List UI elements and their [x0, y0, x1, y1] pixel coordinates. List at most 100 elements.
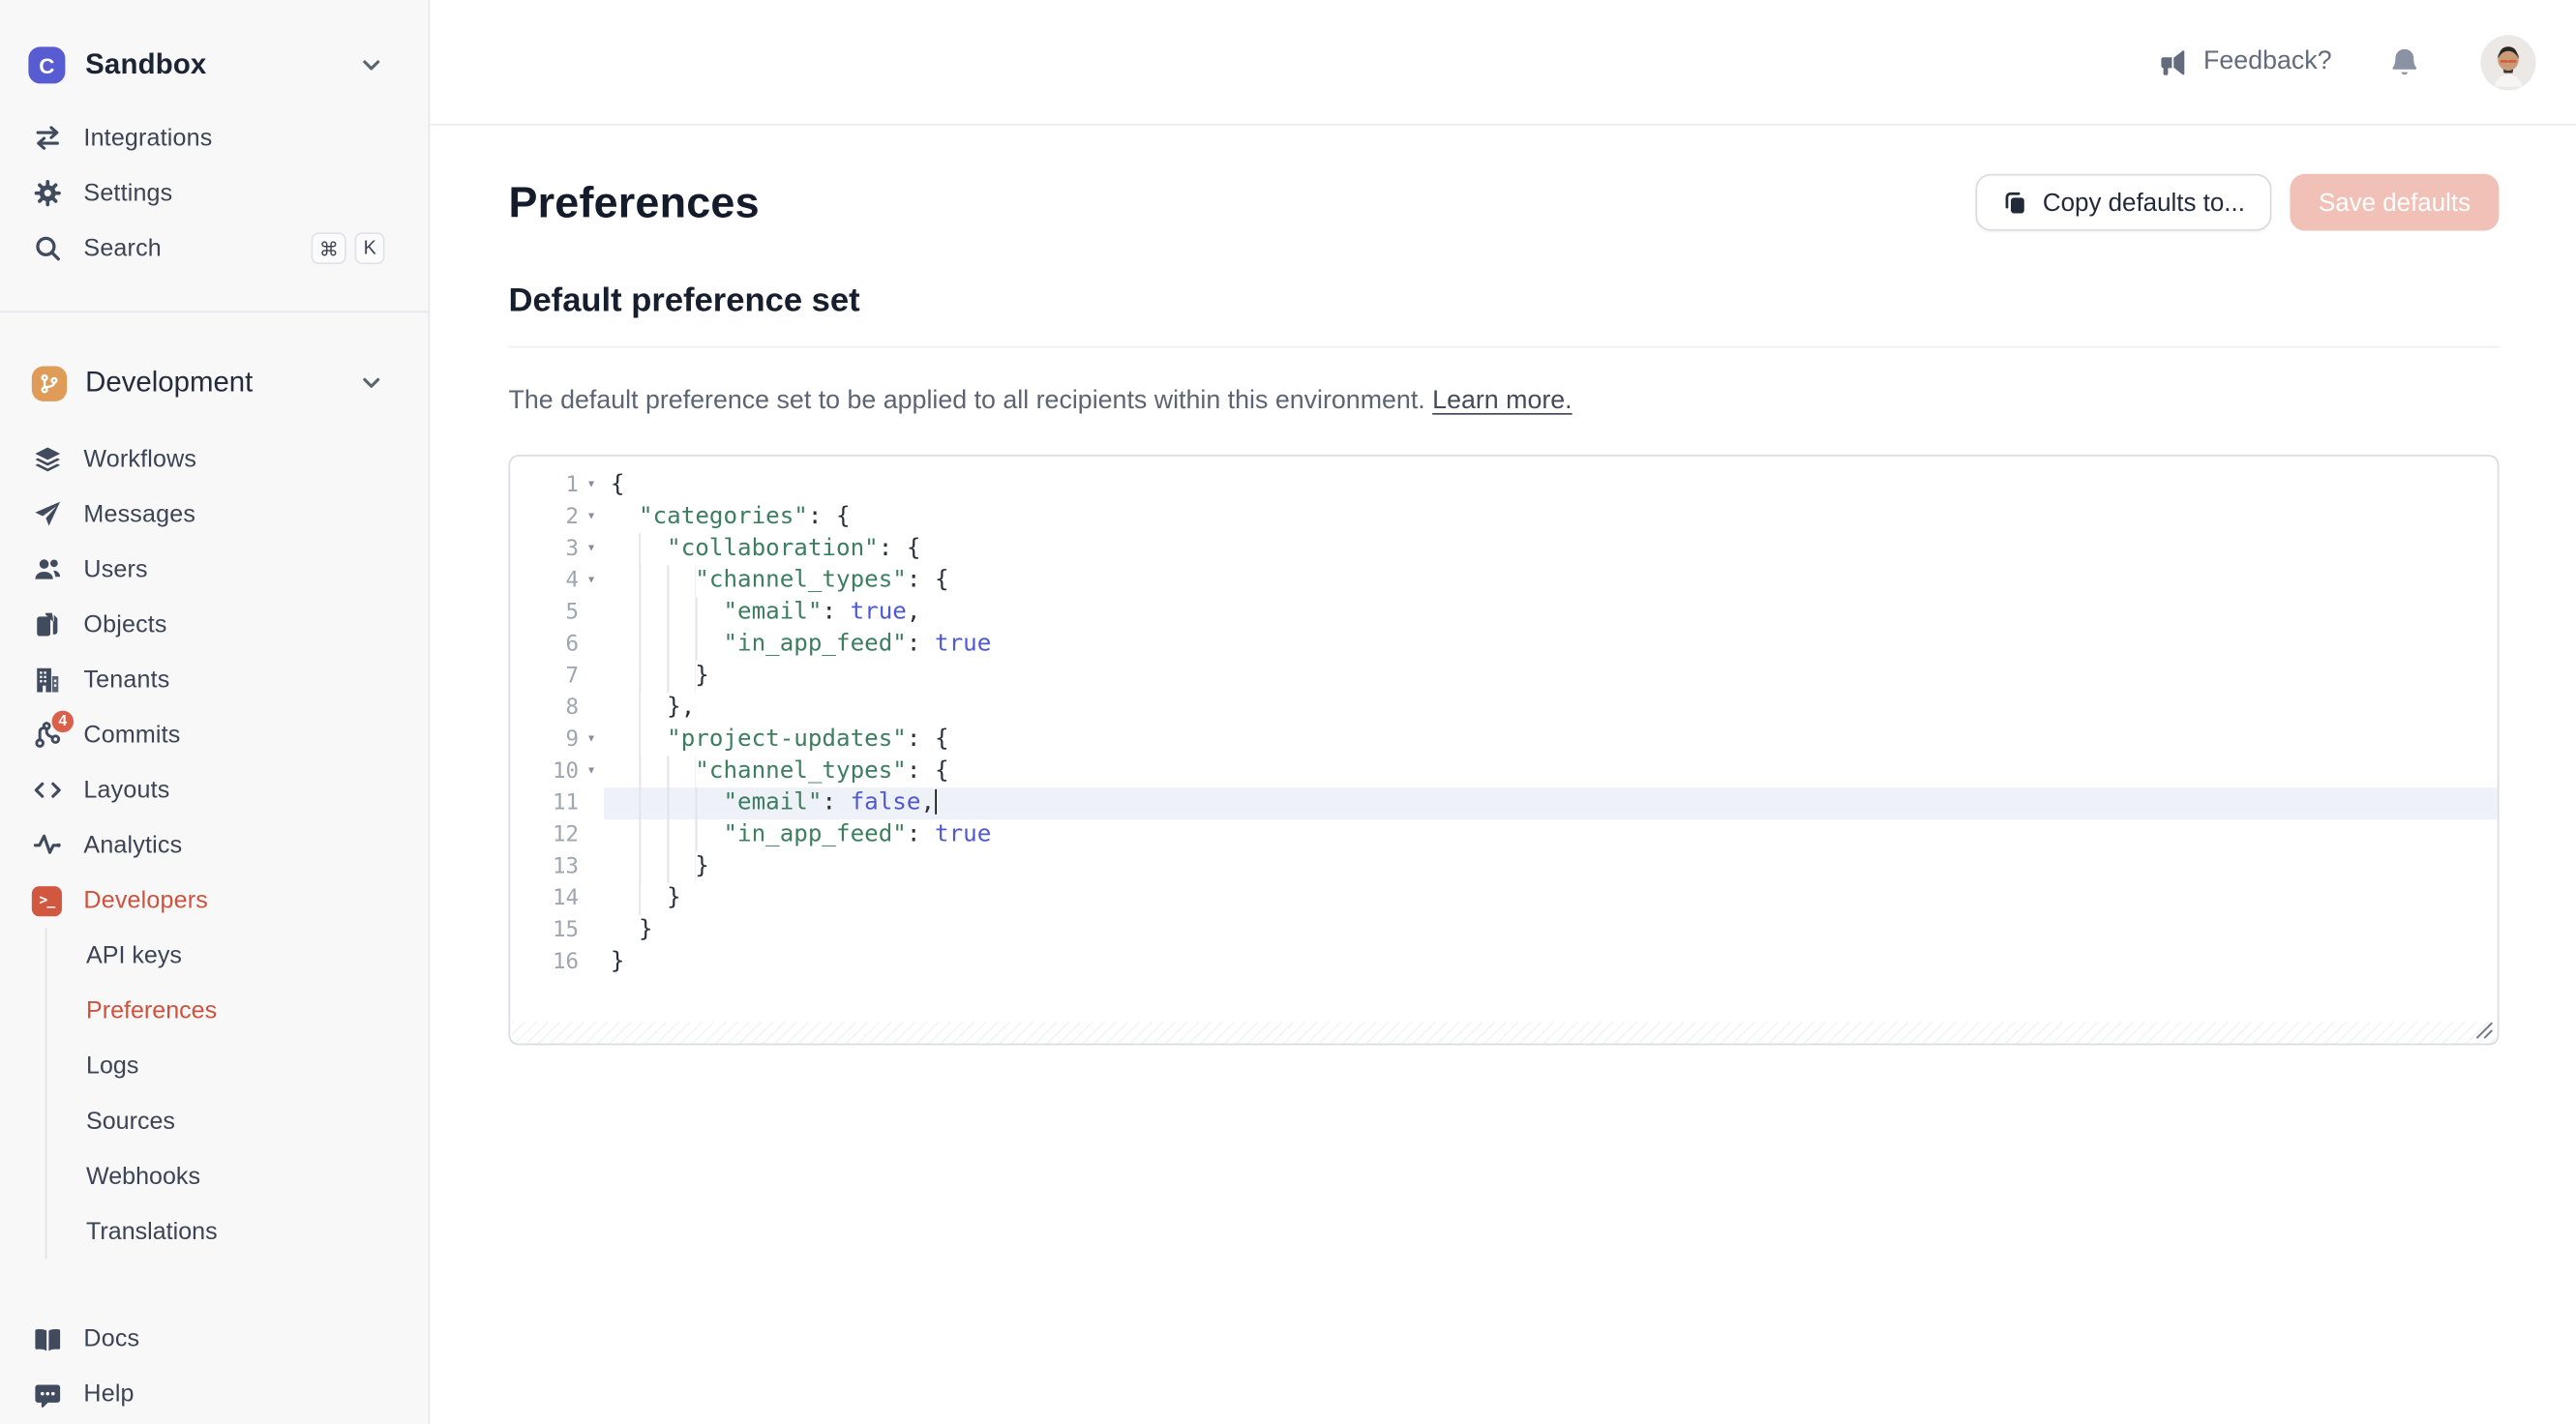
save-defaults-label: Save defaults: [2319, 188, 2471, 216]
code-editor-lines: 1▾{2▾"categories": {3▾"collaboration": {…: [510, 457, 2498, 978]
developers-subnav: API keys Preferences Logs Sources Webhoo…: [45, 928, 429, 1259]
search-shortcut: ⌘ K: [311, 232, 384, 264]
code-line: 4▾"channel_types": {: [510, 565, 2498, 597]
k-key: K: [355, 232, 385, 264]
integrations-icon: [32, 123, 62, 153]
environment-switcher[interactable]: Development: [32, 354, 383, 411]
sidebar-item-label: Tenants: [83, 667, 169, 694]
code-line: 14}: [510, 883, 2498, 915]
sidebar-item-objects[interactable]: Objects: [0, 597, 429, 652]
main-area: Feedback? Preferences Copy defaults to..…: [430, 0, 2576, 1424]
sidebar-divider: [0, 312, 429, 313]
copy-defaults-button[interactable]: Copy defaults to...: [1976, 174, 2272, 231]
chevron-down-icon: [360, 371, 383, 395]
learn-more-link[interactable]: Learn more.: [1432, 386, 1572, 414]
environment-name: Development: [85, 367, 253, 400]
resize-handle-icon[interactable]: [2474, 1020, 2495, 1040]
section-divider: [508, 346, 2499, 348]
sidebar-item-label: Docs: [83, 1326, 139, 1353]
code-line: 3▾"collaboration": {: [510, 533, 2498, 565]
sidebar-item-workflows[interactable]: Workflows: [0, 431, 429, 487]
sidebar-bottom-nav: Docs Help: [0, 1312, 429, 1424]
git-branch-icon: [32, 366, 67, 400]
chevron-down-icon: [360, 53, 383, 76]
sidebar-item-commits[interactable]: 4 Commits: [0, 707, 429, 762]
commits-count-badge: 4: [52, 710, 74, 731]
code-line: 7}: [510, 661, 2498, 693]
feedback-label: Feedback?: [2203, 46, 2332, 76]
sidebar-item-translations[interactable]: Translations: [46, 1204, 428, 1260]
pulse-icon: [32, 830, 62, 860]
code-line: 13}: [510, 851, 2498, 883]
code-line: 15}: [510, 915, 2498, 947]
sidebar-item-settings[interactable]: Settings: [0, 165, 429, 221]
workspace-switcher[interactable]: C Sandbox: [28, 45, 382, 85]
code-line: 5"email": true,: [510, 597, 2498, 629]
sidebar-item-integrations[interactable]: Integrations: [0, 110, 429, 165]
sidebar-item-label: Users: [83, 556, 147, 583]
code-line: 8},: [510, 693, 2498, 725]
code-line: 2▾"categories": {: [510, 502, 2498, 534]
sidebar-item-developers[interactable]: >_ Developers: [0, 873, 429, 928]
sidebar-item-layouts[interactable]: Layouts: [0, 762, 429, 817]
sidebar-item-docs[interactable]: Docs: [0, 1312, 429, 1367]
code-line: 12"in_app_feed": true: [510, 819, 2498, 851]
sidebar-item-users[interactable]: Users: [0, 542, 429, 597]
terminal-icon: >_: [32, 885, 62, 915]
cmd-key: ⌘: [311, 232, 346, 264]
section-description: The default preference set to be applied…: [508, 383, 2499, 418]
users-icon: [32, 554, 62, 584]
sidebar-item-label: Analytics: [83, 832, 182, 859]
code-line: 6"in_app_feed": true: [510, 629, 2498, 661]
sidebar-item-webhooks[interactable]: Webhooks: [46, 1149, 428, 1204]
save-defaults-button[interactable]: Save defaults: [2291, 174, 2500, 231]
avatar[interactable]: [2480, 34, 2535, 89]
sidebar-item-search[interactable]: Search ⌘ K: [0, 221, 429, 276]
code-icon: [32, 775, 62, 805]
sidebar-item-label: Workflows: [83, 446, 196, 473]
sidebar-item-label: Commits: [83, 722, 180, 749]
app-window: C Sandbox Integrations Settings: [0, 0, 2576, 1424]
sidebar-section-nav: Workflows Messages Users Objects: [0, 431, 429, 1260]
layers-icon: [32, 444, 62, 474]
notifications-bell-icon[interactable]: [2388, 46, 2420, 78]
git-commit-icon: 4: [32, 720, 62, 750]
workspace-name: Sandbox: [85, 48, 206, 82]
workspace-logo: C: [28, 46, 65, 83]
sidebar-item-sources[interactable]: Sources: [46, 1093, 428, 1148]
sidebar-item-messages[interactable]: Messages: [0, 487, 429, 542]
copy-defaults-label: Copy defaults to...: [2043, 188, 2245, 216]
book-icon: [32, 1324, 62, 1354]
code-line: 11"email": false,: [510, 787, 2498, 819]
top-bar: Feedback?: [430, 0, 2576, 126]
documents-icon: [32, 609, 62, 639]
code-line: 16}: [510, 946, 2498, 978]
gear-icon: [32, 178, 62, 208]
feedback-button[interactable]: Feedback?: [2160, 46, 2332, 76]
sidebar-item-tenants[interactable]: Tenants: [0, 652, 429, 707]
paper-plane-icon: [32, 499, 62, 529]
sidebar-item-preferences[interactable]: Preferences: [46, 983, 428, 1038]
sidebar-item-label: Objects: [83, 611, 166, 638]
sidebar-item-api-keys[interactable]: API keys: [46, 928, 428, 983]
megaphone-icon: [2160, 47, 2188, 75]
sidebar-item-label: Settings: [83, 180, 172, 207]
section-title: Default preference set: [508, 282, 2499, 321]
sidebar-item-analytics[interactable]: Analytics: [0, 817, 429, 873]
sidebar-item-label: Search: [83, 235, 161, 262]
sidebar-item-label: Integrations: [83, 125, 212, 152]
search-icon: [32, 233, 62, 263]
sidebar-item-label: Help: [83, 1381, 134, 1409]
copy-icon: [2002, 190, 2027, 215]
sidebar-item-help[interactable]: Help: [0, 1367, 429, 1422]
building-icon: [32, 665, 62, 695]
code-editor[interactable]: 1▾{2▾"categories": {3▾"collaboration": {…: [508, 455, 2499, 1045]
page-title: Preferences: [508, 176, 759, 228]
sidebar-item-label: Developers: [83, 887, 208, 914]
sidebar-item-label: Layouts: [83, 777, 169, 804]
code-line: 1▾{: [510, 470, 2498, 502]
page-content: Preferences Copy defaults to... Save def…: [430, 126, 2576, 1046]
sidebar-item-label: Messages: [83, 501, 195, 528]
sidebar: C Sandbox Integrations Settings: [0, 0, 430, 1424]
sidebar-item-logs[interactable]: Logs: [46, 1038, 428, 1093]
